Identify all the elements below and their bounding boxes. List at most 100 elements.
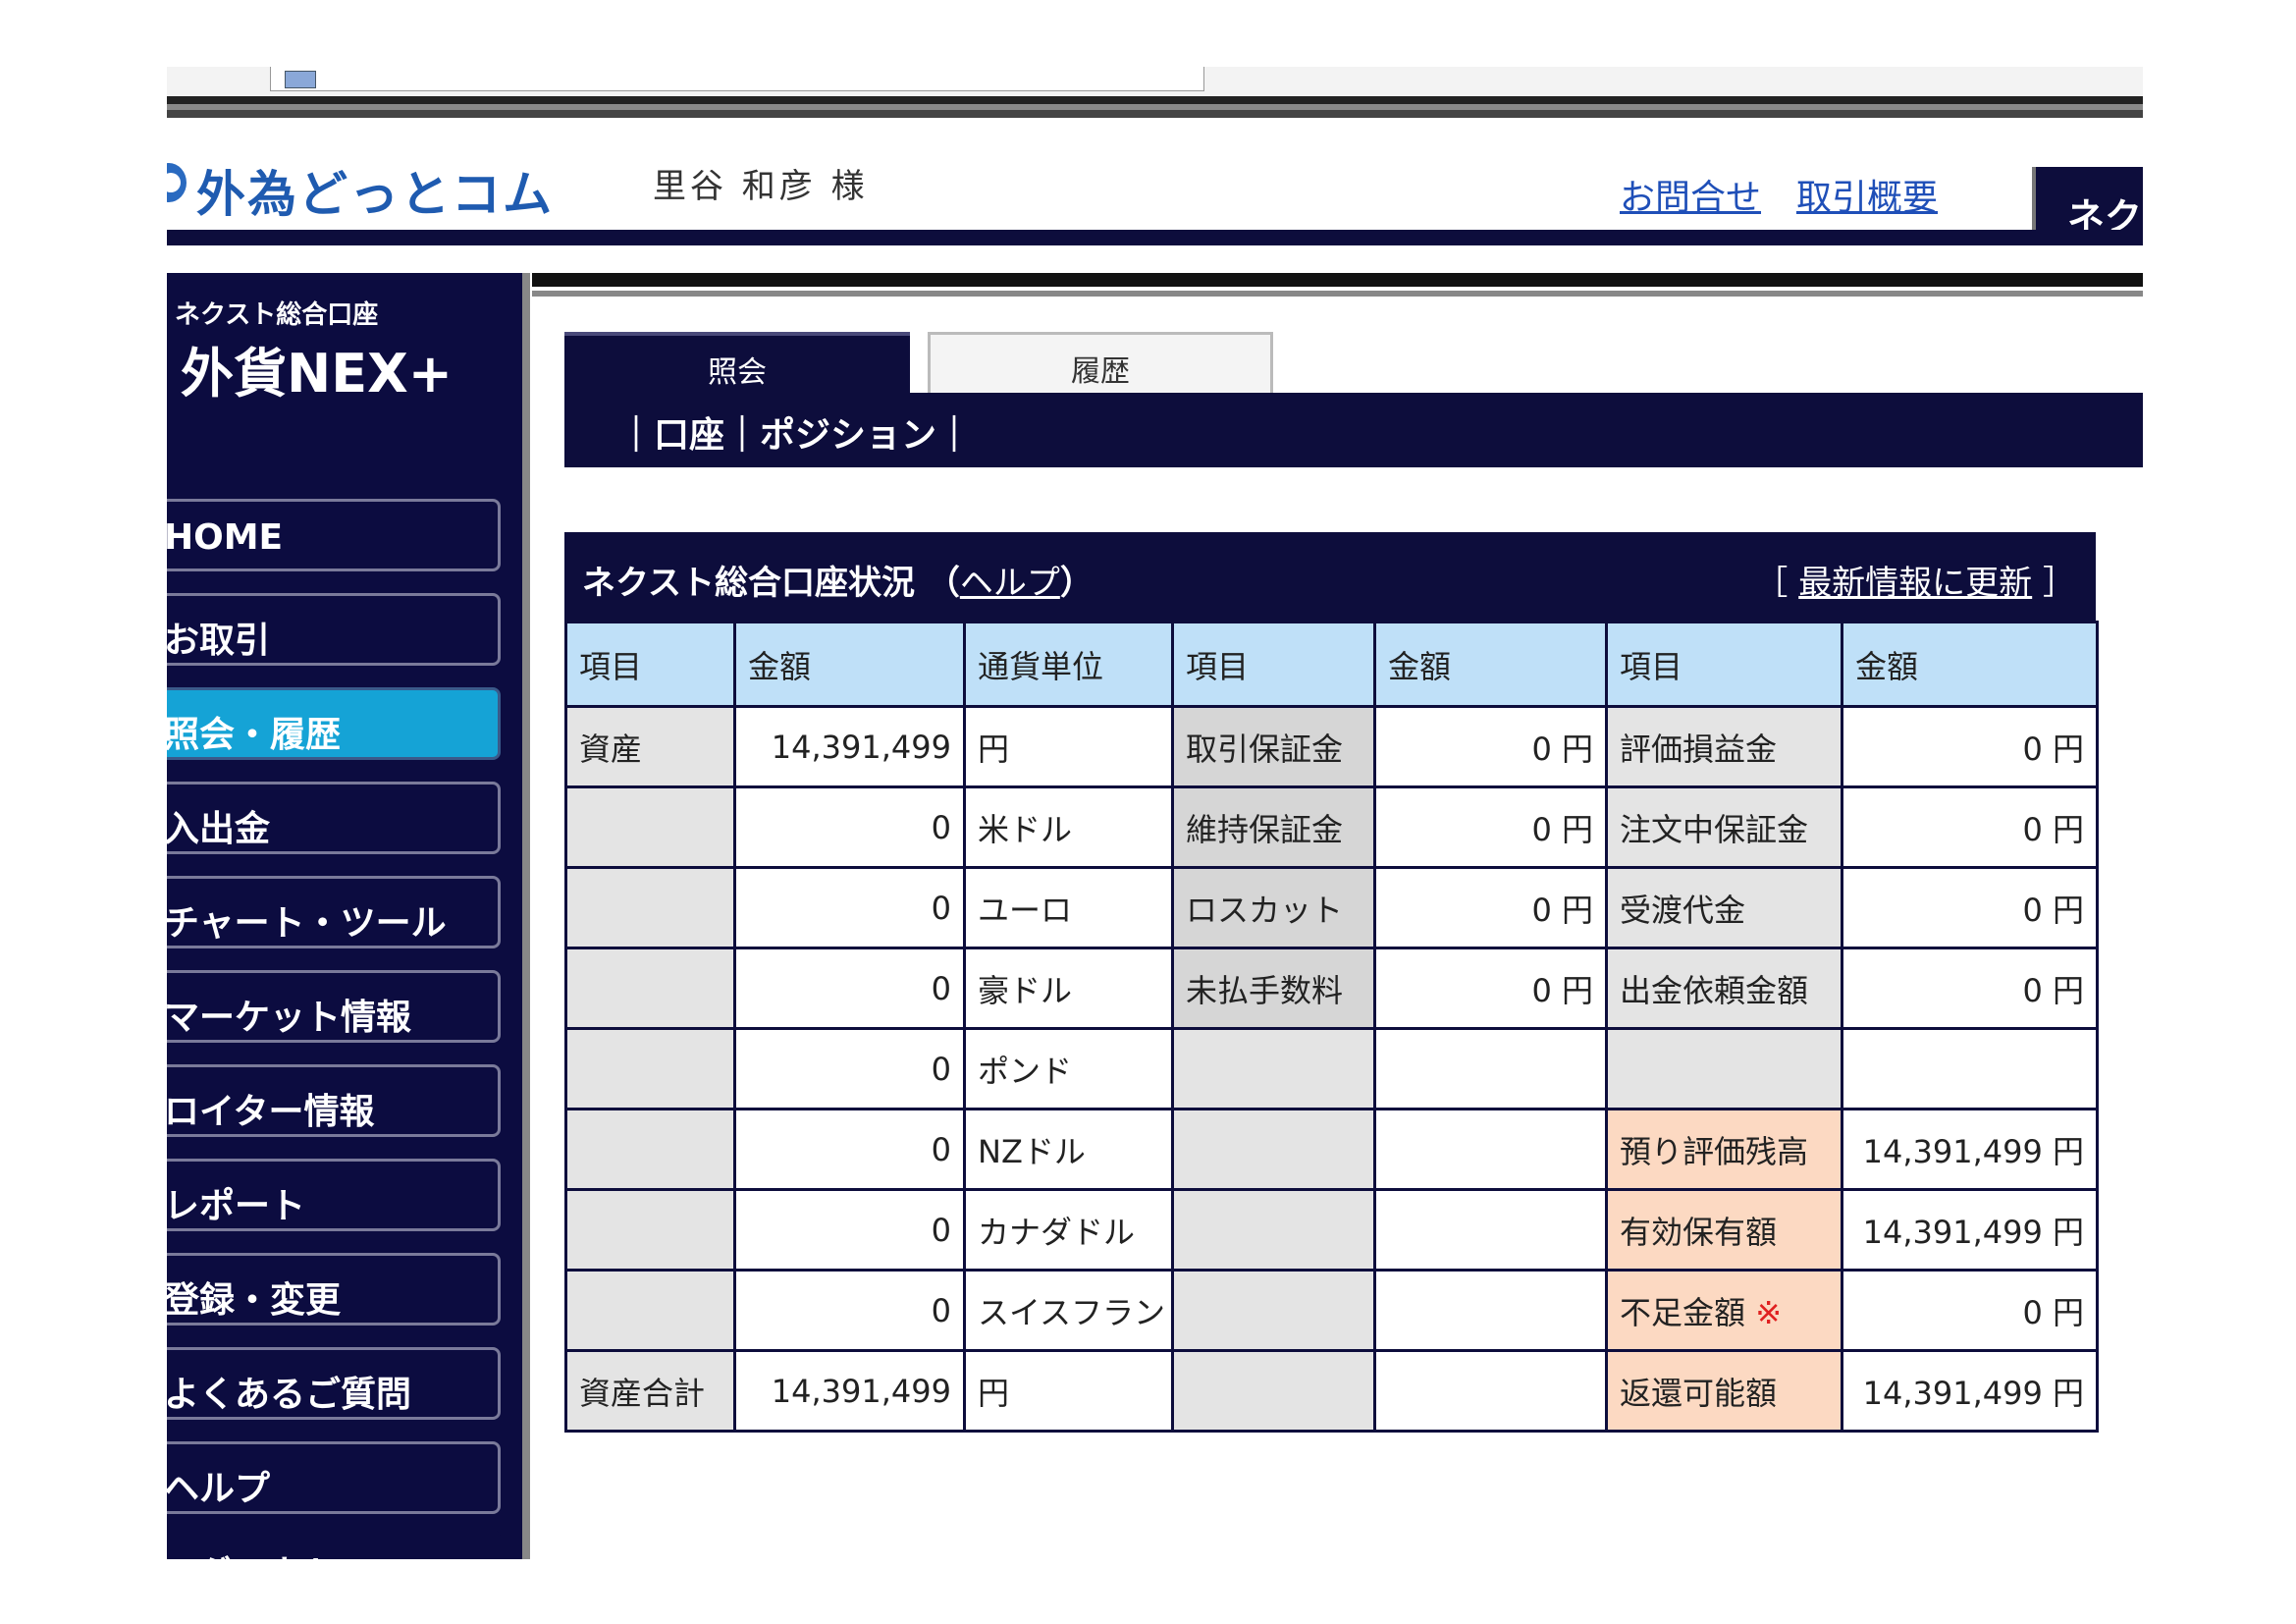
table-row: 0 米ドル 維持保証金 0 円注文中保証金 0 円 <box>564 785 2099 869</box>
sub-navigation: ｜口座｜ポジション｜ <box>564 393 2143 467</box>
table-cell: 0 <box>733 1108 966 1191</box>
table-cell <box>1841 1027 2099 1110</box>
table-row: 0 スイスフラン 不足金額 ※ 0 円 <box>564 1269 2099 1352</box>
sidebar-item-10[interactable]: ヘルプ <box>167 1441 501 1514</box>
table-row: 0 ユーロ ロスカット 0 円受渡代金 0 円 <box>564 866 2099 949</box>
sidebar-item-0[interactable]: HOME <box>167 499 501 571</box>
table-cell: 14,391,499 <box>733 705 966 788</box>
table-cell: 有効保有額 <box>1605 1188 1843 1272</box>
table-cell: 預り評価残高 <box>1605 1108 1843 1191</box>
table-cell <box>1171 1349 1376 1433</box>
table-row: 0 カナダドル 有効保有額 14,391,499 円 <box>564 1188 2099 1272</box>
table-cell: 14,391,499 円 <box>1841 1349 2099 1433</box>
account-table: 項目 金額 通貨単位 項目 金額 項目 金額 資産 14,391,499 円取引保証金 0 円評価損… <box>564 621 2099 1433</box>
help-link[interactable]: ヘルプ <box>960 564 1060 603</box>
table-cell <box>1171 1108 1376 1191</box>
table-cell: 0 <box>733 1027 966 1110</box>
table-cell: 受渡代金 <box>1605 866 1843 949</box>
sidebar-item-2[interactable]: 照会・履歴 <box>167 687 501 760</box>
page-icon <box>285 71 316 88</box>
table-cell: スイスフラン <box>963 1269 1174 1352</box>
table-cell: ポンド <box>963 1027 1174 1110</box>
sidebar: ネクスト総合口座 外貨NEX+ HOME お取引照会・履歴入出金チャート・ツールマ… <box>167 273 530 1559</box>
column-header: 金額 <box>733 621 966 708</box>
site-header: 外為どっとコム 里谷 和彦 様 お問合せ 取引概要 ネクス <box>167 118 2143 245</box>
sidebar-item-5[interactable]: マーケット情報 <box>167 970 501 1043</box>
trading-summary-link[interactable]: 取引概要 <box>1796 169 1938 220</box>
table-cell: 米ドル <box>963 785 1174 869</box>
brand-title: 外貨NEX+ <box>181 343 453 405</box>
site-logo[interactable]: 外為どっとコム <box>196 155 554 226</box>
account-status-panel: ネクスト総合口座状況 （ヘルプ） ［ 最新情報に更新 ］ 項目 金額 通貨単位 項目金… <box>564 532 2099 1433</box>
table-cell: 0 円 <box>1841 705 2099 788</box>
column-header: 項目 <box>1605 621 1843 708</box>
cell-label: 不足金額 <box>1620 1293 1746 1331</box>
column-header: 金額 <box>1841 621 2099 708</box>
table-cell <box>1373 1269 1608 1352</box>
table-row: 0 ポンド <box>564 1027 2099 1110</box>
sidebar-item-3[interactable]: 入出金 <box>167 782 501 854</box>
table-cell: 維持保証金 <box>1171 785 1376 869</box>
table-cell: 0 円 <box>1373 785 1608 869</box>
tab-history[interactable]: 履歴 <box>928 332 1273 393</box>
table-row: 0 NZドル 預り評価残高 14,391,499 円 <box>564 1108 2099 1191</box>
screen-frame: 外為どっとコム 里谷 和彦 様 お問合せ 取引概要 ネクス ネクスト総合口座 外… <box>167 67 2143 1559</box>
table-cell <box>564 785 736 869</box>
table-row: 資産合計 14,391,499 円 返還可能額 14,391,499 円 <box>564 1349 2099 1433</box>
table-cell: 注文中保証金 <box>1605 785 1843 869</box>
panel-header: ネクスト総合口座状況 （ヘルプ） ［ 最新情報に更新 ］ <box>564 532 2096 621</box>
table-cell: 0 <box>733 947 966 1030</box>
table-cell <box>564 1108 736 1191</box>
main-top-bar-shadow <box>532 291 2143 297</box>
table-cell: 0 <box>733 1269 966 1352</box>
table-cell <box>564 947 736 1030</box>
browser-toolbar <box>167 67 2143 96</box>
table-cell: 返還可能額 <box>1605 1349 1843 1433</box>
address-bar[interactable] <box>270 67 1204 91</box>
table-cell: 0 円 <box>1841 947 2099 1030</box>
table-cell: 0 円 <box>1841 785 2099 869</box>
table-cell <box>1373 1108 1608 1191</box>
table-cell <box>1171 1188 1376 1272</box>
table-cell: 豪ドル <box>963 947 1174 1030</box>
brand-subtitle: ネクスト総合口座 <box>175 300 379 330</box>
table-cell: 0 円 <box>1373 705 1608 788</box>
table-cell: 14,391,499 <box>733 1349 966 1433</box>
refresh-bracket-open: ［ <box>1754 564 1789 603</box>
shortage-note-mark: ※ <box>1755 1293 1782 1331</box>
help-bracket-close: ） <box>1059 564 1094 603</box>
table-cell: 不足金額 ※ <box>1605 1269 1843 1352</box>
table-cell <box>1373 1188 1608 1272</box>
header-divider <box>167 230 2143 245</box>
sidebar-item-1[interactable]: お取引 <box>167 593 501 666</box>
table-cell <box>1373 1027 1608 1110</box>
logo-icon <box>167 163 187 202</box>
column-header: 通貨単位 <box>963 621 1174 708</box>
sidebar-item-6[interactable]: ロイター情報 <box>167 1064 501 1137</box>
sub-navigation-links[interactable]: ｜口座｜ポジション｜ <box>618 406 972 458</box>
tab-inquiry[interactable]: 照会 <box>564 332 910 393</box>
table-cell: 0 <box>733 785 966 869</box>
table-cell: 評価損益金 <box>1605 705 1843 788</box>
table-cell: NZドル <box>963 1108 1174 1191</box>
sidebar-item-11[interactable]: ログアウト <box>167 1530 501 1559</box>
panel-title-text: ネクスト総合口座状況 <box>582 564 915 603</box>
main-top-bar <box>532 273 2143 287</box>
table-cell: 取引保証金 <box>1171 705 1376 788</box>
refresh-link[interactable]: 最新情報に更新 <box>1798 564 2032 603</box>
table-cell: 円 <box>963 1349 1174 1433</box>
sidebar-item-8[interactable]: 登録・変更 <box>167 1253 501 1326</box>
table-cell <box>564 1269 736 1352</box>
table-row: 0 豪ドル 未払手数料 0 円出金依頼金額 0 円 <box>564 947 2099 1030</box>
table-cell: 未払手数料 <box>1171 947 1376 1030</box>
sidebar-item-7[interactable]: レポート <box>167 1159 501 1231</box>
table-cell: 資産 <box>564 705 736 788</box>
contact-link[interactable]: お問合せ <box>1620 169 1761 220</box>
sidebar-item-9[interactable]: よくあるご質問 <box>167 1347 501 1420</box>
browser-chrome-bar <box>167 96 2143 118</box>
table-cell: 0 円 <box>1373 947 1608 1030</box>
sidebar-item-4[interactable]: チャート・ツール <box>167 876 501 948</box>
table-cell: 資産合計 <box>564 1349 736 1433</box>
table-cell <box>1171 1269 1376 1352</box>
help-bracket-open: （ <box>926 564 960 603</box>
